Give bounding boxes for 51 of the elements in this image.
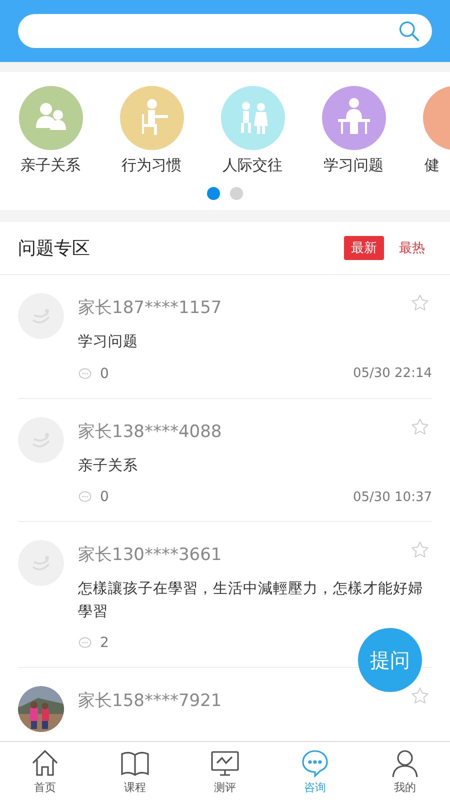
category-label: 亲子关系: [20, 156, 80, 175]
author-name: 家长130****3661: [78, 544, 222, 566]
category-item[interactable]: 健: [422, 86, 450, 175]
nav-tab[interactable]: 首页: [0, 742, 90, 800]
avatar-icon: [18, 540, 64, 586]
nav-tab[interactable]: 我的: [360, 742, 450, 800]
category-item[interactable]: 人际交往: [220, 86, 285, 175]
author-name: 家长138****4088: [78, 420, 222, 443]
category-label: 健: [424, 156, 440, 175]
post-time: 05/30 10:37: [352, 490, 432, 505]
author-name: 家长187****1157: [78, 297, 222, 319]
comment-count: 0: [100, 366, 109, 382]
page-indicator-dot[interactable]: [230, 187, 243, 200]
sort-tab[interactable]: 最热: [392, 236, 432, 260]
comment-count: 0: [100, 489, 109, 506]
star-icon[interactable]: [410, 540, 430, 560]
avatar-icon: [18, 416, 64, 463]
comment-icon: [78, 366, 92, 381]
category-label: 行为习惯: [122, 156, 182, 175]
nav-label: 首页: [34, 780, 56, 794]
sort-tab[interactable]: 最新: [344, 236, 384, 260]
avatar-icon: [18, 293, 64, 339]
category-item[interactable]: 行为习惯: [119, 86, 184, 175]
user-icon: [390, 748, 420, 778]
question-text: 怎樣讓孩子在學習，生活中減輕壓力，怎樣才能好婦學習: [78, 579, 424, 622]
question-text: 学习问题: [78, 332, 139, 352]
nav-label: 课程: [124, 780, 146, 794]
nav-label: 测评: [214, 780, 236, 794]
comment-icon: [78, 636, 92, 650]
chat-icon: [300, 748, 330, 778]
nav-tab[interactable]: 测评: [180, 742, 270, 800]
star-icon[interactable]: [410, 293, 430, 313]
category-item[interactable]: 亲子关系: [18, 86, 83, 175]
page-indicator-dot[interactable]: [207, 187, 220, 200]
comment-count: 2: [100, 635, 109, 652]
category-item[interactable]: 学习问题: [321, 86, 386, 175]
category-label: 学习问题: [324, 156, 384, 175]
nav-label: 咨询: [304, 780, 326, 794]
star-icon[interactable]: [410, 686, 430, 706]
category-label: 人际交往: [222, 156, 282, 175]
nav-label: 我的: [394, 780, 416, 794]
post-time: 05/30 22:14: [352, 366, 432, 382]
star-icon[interactable]: [410, 416, 430, 437]
author-name: 家长158****7921: [78, 690, 222, 712]
search-field[interactable]: [18, 14, 432, 48]
nav-tab[interactable]: 课程: [90, 742, 180, 800]
comment-icon: [78, 490, 92, 504]
search-icon[interactable]: [398, 20, 420, 42]
question-text: 亲子关系: [78, 456, 139, 476]
section-title: 问题专区: [18, 237, 90, 260]
home-icon: [30, 748, 60, 778]
